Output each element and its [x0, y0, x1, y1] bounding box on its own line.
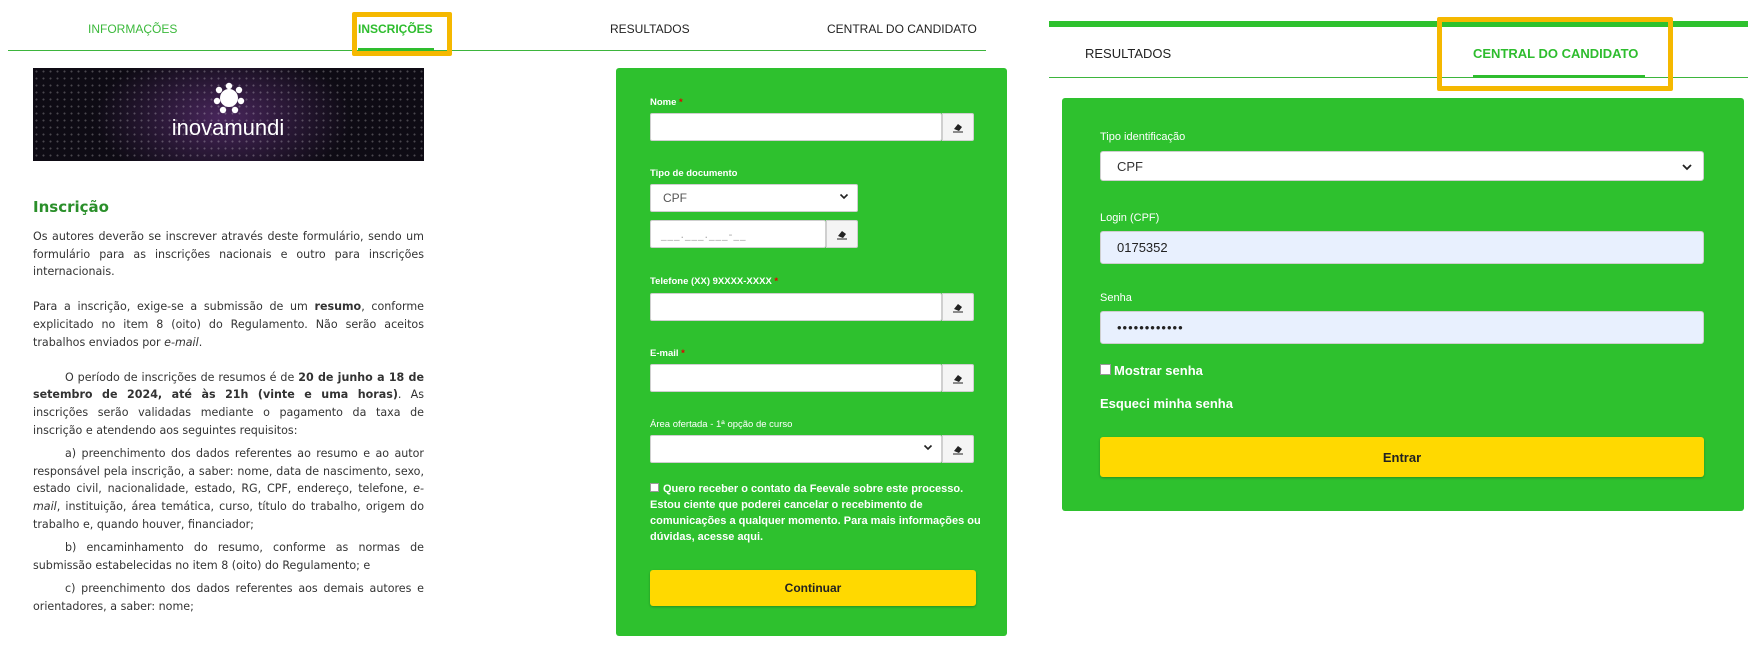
- email-input[interactable]: [650, 364, 942, 392]
- inscricao-body: Os autores deverão se inscrever através …: [33, 228, 424, 615]
- paragraph-2: Para a inscrição, exige-se a submissão d…: [33, 300, 424, 349]
- show-password-label[interactable]: Mostrar senha: [1114, 363, 1203, 378]
- highlight-box-central: [1437, 17, 1673, 91]
- eraser-icon: [837, 231, 847, 240]
- email-label: E-mail *: [650, 348, 685, 359]
- eraser-icon: [953, 375, 963, 384]
- area-ofertada-select[interactable]: [650, 435, 942, 463]
- inscricao-heading: Inscrição: [33, 198, 109, 216]
- clear-cpf-button[interactable]: [826, 220, 858, 248]
- tipo-documento-label: Tipo de documento: [650, 168, 738, 179]
- chevron-down-icon: [1682, 164, 1692, 171]
- requirement-c: c) preenchimento dos dados referentes ao…: [33, 582, 424, 613]
- telefone-label: Telefone (XX) 9XXXX-XXXX *: [650, 276, 779, 287]
- tipo-identificacao-select[interactable]: CPF: [1100, 151, 1704, 181]
- nome-input[interactable]: [650, 113, 942, 141]
- registration-form: Nome * Tipo de documento CPF ___.___.___…: [616, 68, 1007, 636]
- inovamundi-banner: inovamundi: [33, 68, 424, 161]
- eraser-icon: [953, 446, 963, 455]
- nome-label: Nome *: [650, 97, 683, 108]
- paragraph-3: O período de inscrições de resumos é de …: [33, 370, 424, 437]
- candidate-login-form: Tipo identificação CPF Login (CPF) 01753…: [1062, 98, 1744, 511]
- tipo-documento-value: CPF: [663, 191, 687, 205]
- clear-telefone-button[interactable]: [942, 293, 974, 321]
- requirement-b: b) encaminhamento do resumo, conforme as…: [33, 541, 424, 572]
- show-password-checkbox[interactable]: [1100, 364, 1111, 375]
- login-cpf-label: Login (CPF): [1100, 212, 1160, 224]
- tab-resultados[interactable]: RESULTADOS: [610, 22, 690, 36]
- continue-button[interactable]: Continuar: [650, 570, 976, 606]
- registration-page: INFORMAÇÕES INSCRIÇÕES RESULTADOS CENTRA…: [0, 0, 1030, 645]
- tipo-identificacao-value: CPF: [1117, 159, 1143, 174]
- requirement-a: a) preenchimento dos dados referentes ao…: [33, 447, 424, 531]
- tipo-identificacao-label: Tipo identificação: [1100, 131, 1186, 143]
- highlight-box-inscricoes: [352, 12, 452, 56]
- clear-email-button[interactable]: [942, 364, 974, 392]
- paragraph-1: Os autores deverão se inscrever através …: [33, 230, 424, 279]
- chevron-down-icon: [923, 444, 933, 451]
- senha-input[interactable]: ••••••••••••: [1100, 311, 1704, 344]
- area-ofertada-label: Área ofertada - 1ª opção de curso: [650, 419, 793, 430]
- enter-button[interactable]: Entrar: [1100, 437, 1704, 477]
- senha-label: Senha: [1100, 292, 1132, 304]
- login-cpf-input[interactable]: 0175352: [1100, 231, 1704, 264]
- tab-resultados-right[interactable]: RESULTADOS: [1085, 46, 1171, 61]
- eraser-icon: [953, 124, 963, 133]
- inovamundi-logo: inovamundi: [172, 82, 285, 140]
- tab-informacoes[interactable]: INFORMAÇÕES: [88, 22, 177, 36]
- clear-area-button[interactable]: [942, 435, 974, 463]
- tipo-documento-select[interactable]: CPF: [650, 184, 858, 212]
- telefone-input[interactable]: [650, 293, 942, 321]
- chevron-down-icon: [839, 193, 849, 200]
- tab-central-do-candidato[interactable]: CENTRAL DO CANDIDATO: [827, 22, 977, 36]
- cpf-input[interactable]: ___.___.___-__: [650, 220, 826, 248]
- consent-text: Quero receber o contato da Feevale sobre…: [650, 483, 981, 543]
- clear-nome-button[interactable]: [942, 113, 974, 141]
- forgot-password-link[interactable]: Esqueci minha senha: [1100, 396, 1233, 411]
- svg-text:inovamundi: inovamundi: [172, 115, 285, 140]
- eraser-icon: [953, 304, 963, 313]
